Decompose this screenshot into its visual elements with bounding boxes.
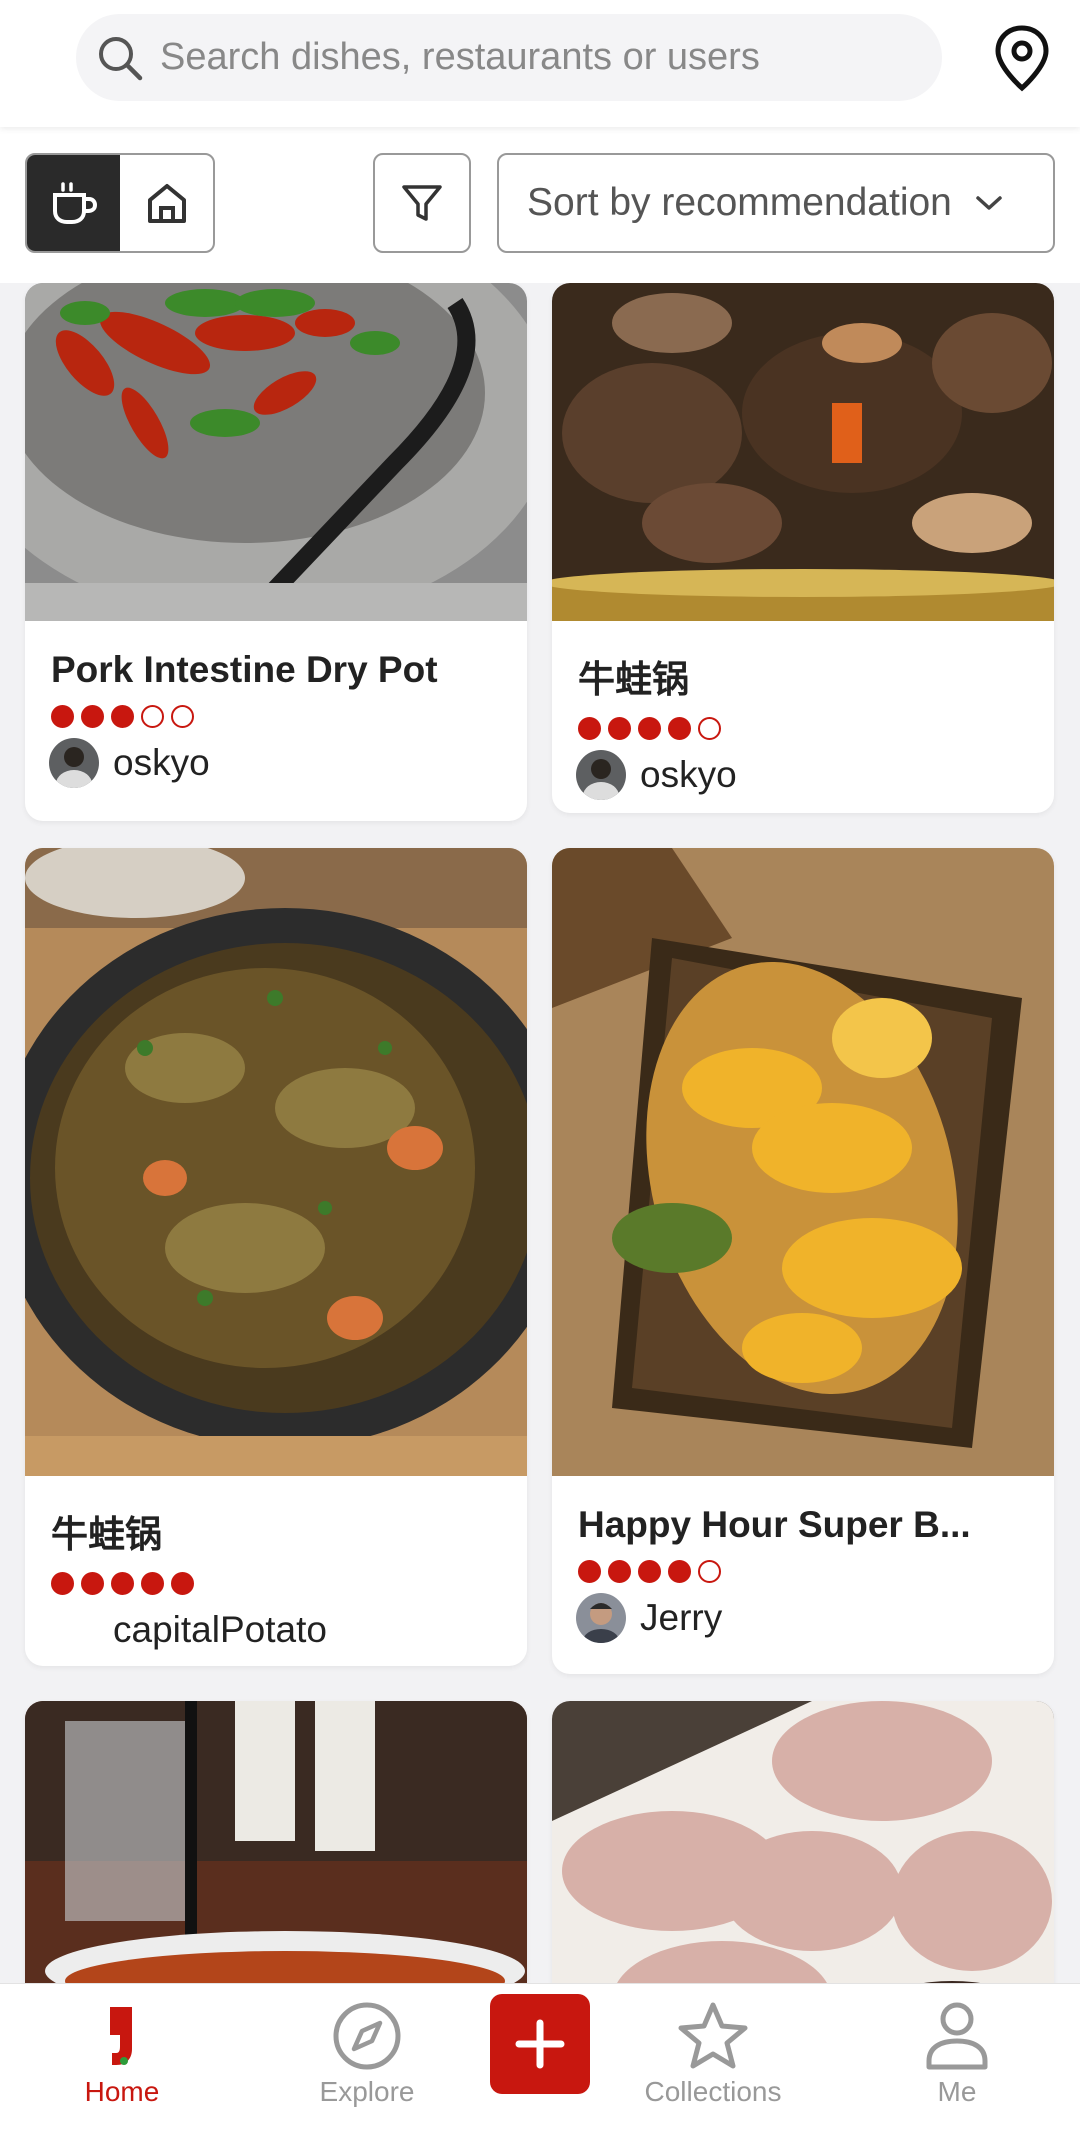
coffee-cup-icon [52, 182, 97, 224]
filter-button[interactable] [373, 153, 471, 253]
rating-dot-empty [698, 717, 721, 740]
dish-title: 牛蛙锅 [578, 659, 689, 700]
view-toggle [25, 153, 215, 253]
star-icon [678, 2002, 748, 2069]
rating-dot-filled [668, 1560, 691, 1583]
filter-row: Sort by recommendation [0, 127, 1080, 283]
rating-dot-filled [141, 1572, 164, 1595]
rating-dot-empty [171, 705, 194, 728]
dish-card[interactable] [552, 1701, 1054, 1983]
rating-dot-empty [141, 705, 164, 728]
rating-dot-filled [51, 705, 74, 728]
avatar [49, 738, 99, 788]
dish-title: Happy Hour Super B... [578, 1504, 971, 1545]
dish-title: 牛蛙锅 [51, 1514, 162, 1555]
rating-dots [578, 1560, 1054, 1583]
plus-icon [515, 2019, 565, 2069]
add-post-button[interactable] [490, 1994, 590, 2094]
top-bar [0, 0, 1080, 127]
search-icon [99, 36, 143, 80]
location-pin-icon[interactable] [992, 24, 1052, 94]
nav-home[interactable]: Home [22, 1996, 222, 2108]
username: capitalPotato [113, 1609, 327, 1650]
sort-label: Sort by recommendation [527, 181, 952, 224]
chevron-down-icon [976, 196, 1002, 210]
username: Jerry [640, 1597, 723, 1638]
rating-dot-filled [111, 705, 134, 728]
user-row[interactable]: oskyo [576, 750, 1054, 800]
dish-card[interactable]: Pork Intestine Dry Pot oskyo [25, 283, 527, 821]
user-row[interactable]: Jerry [576, 1593, 1054, 1643]
user-row[interactable]: oskyo [49, 738, 527, 788]
search-bar[interactable] [76, 14, 942, 101]
sort-dropdown[interactable]: Sort by recommendation [497, 153, 1055, 253]
search-input[interactable] [158, 35, 922, 80]
user-row[interactable]: capitalPotato [49, 1605, 527, 1655]
avatar [49, 1605, 99, 1655]
rating-dot-filled [668, 717, 691, 740]
nav-collections[interactable]: Collections [613, 1996, 813, 2108]
dish-photo [25, 1701, 527, 1983]
username: oskyo [113, 742, 210, 783]
dish-photo [25, 283, 527, 621]
avatar [576, 1593, 626, 1643]
dish-photo [25, 848, 527, 1476]
rating-dot-filled [608, 1560, 631, 1583]
dish-photo [552, 1701, 1054, 1983]
rating-dot-filled [51, 1572, 74, 1595]
compass-icon [333, 2002, 401, 2070]
rating-dot-filled [171, 1572, 194, 1595]
home-icon [147, 184, 186, 223]
toggle-home-cooking[interactable] [120, 155, 213, 251]
nav-home-label: Home [84, 2076, 160, 2107]
filter-funnel-icon [402, 185, 442, 221]
dish-title: Pork Intestine Dry Pot [51, 649, 438, 690]
nav-explore-label: Explore [319, 2076, 415, 2107]
nav-me-label: Me [937, 2076, 977, 2107]
toggle-dining-out[interactable] [27, 155, 120, 251]
rating-dot-filled [578, 717, 601, 740]
nav-explore[interactable]: Explore [267, 1996, 467, 2108]
rating-dot-empty [698, 1560, 721, 1583]
rating-dot-filled [81, 1572, 104, 1595]
dish-photo [552, 848, 1054, 1476]
rating-dot-filled [638, 717, 661, 740]
dish-photo [552, 283, 1054, 621]
username: oskyo [640, 754, 737, 795]
home-logo-icon [110, 2007, 132, 2065]
avatar [576, 750, 626, 800]
person-icon [926, 2002, 988, 2070]
rating-dots [51, 1572, 527, 1595]
rating-dot-filled [111, 1572, 134, 1595]
rating-dots [578, 717, 1054, 740]
rating-dot-filled [578, 1560, 601, 1583]
dish-card[interactable]: 牛蛙锅 capitalPotato [25, 848, 527, 1666]
rating-dot-filled [81, 705, 104, 728]
dish-card[interactable]: 牛蛙锅 oskyo [552, 283, 1054, 813]
nav-me[interactable]: Me [857, 1996, 1057, 2108]
bottom-nav: Home Explore Collections Me [0, 1983, 1080, 2143]
dish-feed: Pork Intestine Dry Pot oskyo 牛蛙锅 oskyo 牛… [0, 283, 1080, 1983]
nav-collections-label: Collections [644, 2076, 782, 2107]
rating-dots [51, 705, 527, 728]
dish-card[interactable]: Happy Hour Super B... Jerry [552, 848, 1054, 1674]
dish-card[interactable] [25, 1701, 527, 1983]
rating-dot-filled [608, 717, 631, 740]
rating-dot-filled [638, 1560, 661, 1583]
